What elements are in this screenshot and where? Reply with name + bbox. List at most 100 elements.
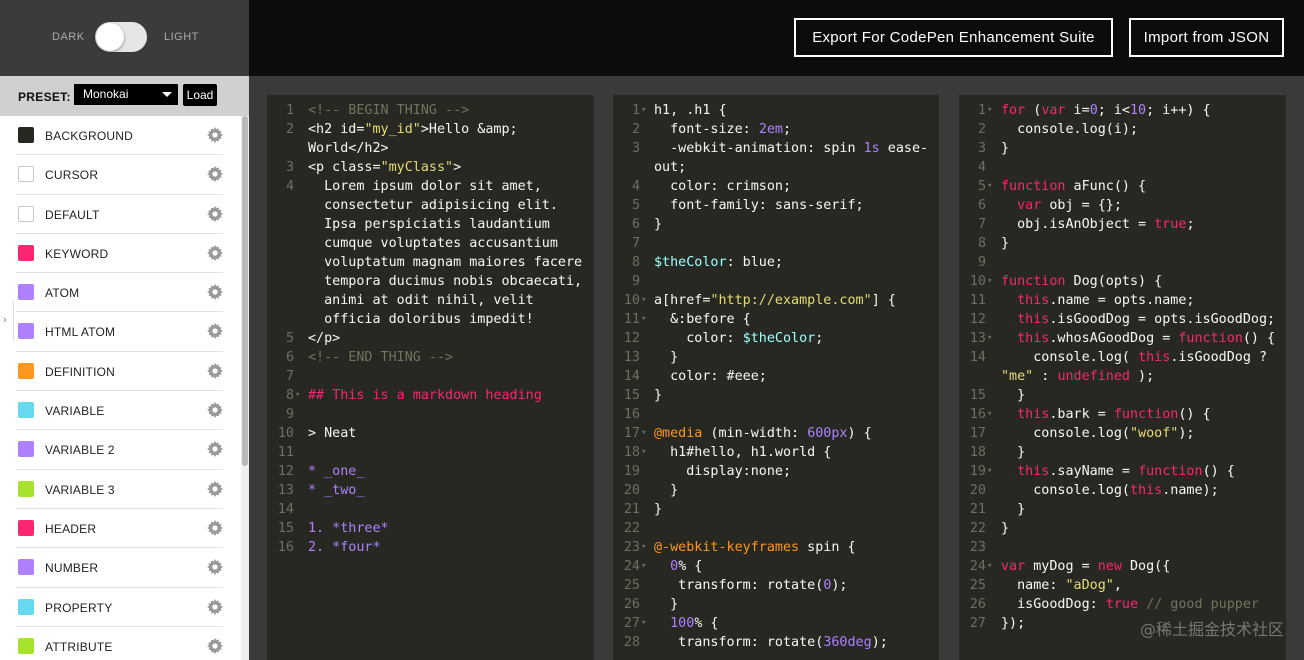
load-button[interactable]: Load <box>183 84 217 106</box>
fold-arrow-icon[interactable]: ▾ <box>641 538 646 557</box>
line-number: 3 <box>631 141 640 156</box>
fold-arrow-icon[interactable]: ▾ <box>987 557 992 576</box>
code-text: console.log(i); <box>1001 122 1139 137</box>
code-text: voluptatum magnam maiores facere <box>308 255 583 270</box>
line-number: 25 <box>623 578 640 593</box>
line-number: 4 <box>631 179 640 194</box>
fold-arrow-icon[interactable]: ▾ <box>641 614 646 633</box>
code-text: <!-- BEGIN THING --> <box>308 103 470 118</box>
fold-arrow-icon[interactable]: ▾ <box>641 291 646 310</box>
color-swatch[interactable] <box>18 402 34 419</box>
code-line: 10 > Neat <box>267 424 594 443</box>
color-name: VARIABLE 3 <box>45 482 115 497</box>
line-number: 18 <box>623 445 640 460</box>
code-line: 2 <h2 id="my_id">Hello &amp; <box>267 120 594 139</box>
import-json-button[interactable]: Import from JSON <box>1129 18 1284 57</box>
color-swatch[interactable] <box>18 362 34 379</box>
gear-icon[interactable] <box>207 244 223 261</box>
gear-icon[interactable] <box>207 519 223 536</box>
code-line: 23 ▾ @-webkit-keyframes spin { <box>613 538 939 557</box>
gear-icon[interactable] <box>207 480 223 497</box>
gear-icon[interactable] <box>207 402 223 419</box>
fold-arrow-icon[interactable]: ▾ <box>641 424 646 443</box>
fold-arrow-icon[interactable]: ▾ <box>987 405 992 424</box>
gear-icon[interactable] <box>207 166 223 183</box>
code-line: 5 ▾ function aFunc() { <box>959 177 1286 196</box>
js-editor-panel[interactable]: 1 ▾ for (var i=0; i<10; i++) {2 console.lo… <box>959 95 1286 660</box>
gear-icon[interactable] <box>207 362 223 379</box>
line-number: 10 <box>969 274 986 289</box>
gear-icon[interactable] <box>207 559 223 576</box>
code-text: cumque voluptates accusantium <box>308 236 558 251</box>
fold-arrow-icon[interactable]: ▾ <box>987 329 992 348</box>
css-editor-panel[interactable]: 1 ▾ h1, .h1 {2 font-size: 2em; 3 -webkit-an… <box>613 95 939 660</box>
code-text: "me" : undefined ); <box>1001 369 1155 384</box>
gear-icon[interactable] <box>207 205 223 222</box>
export-codepen-button[interactable]: Export For CodePen Enhancement Suite <box>794 18 1113 57</box>
code-line: out; <box>613 158 939 177</box>
html-editor-panel[interactable]: 1 <!-- BEGIN THING --> 2 <h2 id="my_id">Hel… <box>267 95 594 660</box>
sidebar-collapse-handle[interactable]: › <box>0 301 14 341</box>
fold-arrow-icon[interactable]: ▾ <box>641 310 646 329</box>
code-line: consectetur adipisicing elit. <box>267 196 594 215</box>
color-swatch[interactable] <box>18 441 34 458</box>
gear-icon[interactable] <box>207 284 223 301</box>
color-swatch[interactable] <box>18 480 34 497</box>
gear-icon[interactable] <box>207 637 223 654</box>
fold-arrow-icon[interactable]: ▾ <box>641 443 646 462</box>
color-swatch[interactable] <box>18 637 34 654</box>
code-text: &:before { <box>654 312 751 327</box>
color-name: BACKGROUND <box>45 129 134 143</box>
code-text: 100% { <box>670 616 719 631</box>
theme-switch[interactable] <box>95 22 147 52</box>
color-swatch[interactable] <box>18 598 34 615</box>
preset-select[interactable]: Monokai <box>74 84 178 105</box>
switch-knob[interactable] <box>96 23 124 51</box>
code-text: } <box>654 350 679 365</box>
gear-icon[interactable] <box>207 598 223 615</box>
gear-icon[interactable] <box>207 127 223 143</box>
fold-arrow-icon[interactable]: ▾ <box>987 272 992 291</box>
scroll-thumb[interactable] <box>242 116 248 466</box>
code-text: obj.isAnObject = true; <box>1001 217 1195 232</box>
code-line: 3 <p class="myClass"> <box>267 158 594 177</box>
color-swatch[interactable] <box>18 127 34 143</box>
color-swatch[interactable] <box>18 284 34 301</box>
color-swatch[interactable] <box>18 519 34 536</box>
light-label: LIGHT <box>164 31 199 43</box>
fold-arrow-icon[interactable]: ▾ <box>641 101 646 120</box>
code-text: } <box>654 217 663 232</box>
color-swatch[interactable] <box>18 205 34 222</box>
fold-arrow-icon[interactable]: ▾ <box>987 177 992 196</box>
line-number: 14 <box>623 369 640 384</box>
code-text: display:none; <box>654 464 792 479</box>
line-number: 19 <box>623 464 640 479</box>
color-row: NUMBER <box>16 548 223 588</box>
color-swatch[interactable] <box>18 166 34 183</box>
gear-icon[interactable] <box>207 441 223 458</box>
fold-arrow-icon[interactable]: ▾ <box>641 557 646 576</box>
code-text: } <box>654 388 663 403</box>
code-text: consectetur adipisicing elit. <box>308 198 558 213</box>
color-name: PROPERTY <box>45 600 113 615</box>
color-row: DEFAULT <box>16 195 223 234</box>
code-line: 22 <box>613 519 939 538</box>
line-number: 23 <box>623 540 640 555</box>
code-text: -webkit-animation: spin 1s ease- <box>654 141 929 156</box>
color-name: DEFINITION <box>45 364 115 379</box>
color-swatch[interactable] <box>18 559 34 576</box>
fold-arrow-icon[interactable]: ▾ <box>987 462 992 481</box>
color-row: BACKGROUND <box>16 116 223 156</box>
sidebar-scrollbar[interactable] <box>241 116 249 660</box>
code-line: tempora ducimus nobis obcaecati, <box>267 272 594 291</box>
fold-arrow-icon[interactable]: ▾ <box>295 386 300 405</box>
fold-arrow-icon[interactable]: ▾ <box>987 101 992 120</box>
line-number: 25 <box>969 578 986 593</box>
color-swatch[interactable] <box>18 244 34 261</box>
gear-icon[interactable] <box>207 323 223 340</box>
code-text: ## This is a markdown heading <box>308 388 542 403</box>
color-swatch[interactable] <box>18 323 34 340</box>
code-line: 15} <box>613 386 939 405</box>
code-line: 10 ▾ a[href="http://example.com"] { <box>613 291 939 310</box>
code-text: var myDog = new Dog({ <box>1001 559 1171 574</box>
